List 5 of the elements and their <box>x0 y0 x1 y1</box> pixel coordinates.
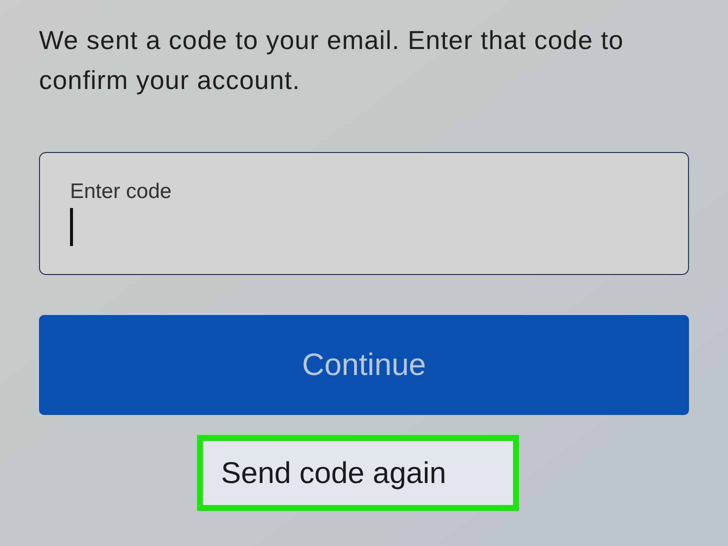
field-label: Enter code <box>70 179 173 205</box>
send-code-again-button[interactable]: Send code again <box>197 435 519 511</box>
instruction-text: We sent a code to your email. Enter that code to confirm your account. <box>39 24 625 97</box>
continue-button[interactable]: Continue <box>39 315 689 415</box>
code-input-field[interactable]: Enter code <box>39 152 689 275</box>
